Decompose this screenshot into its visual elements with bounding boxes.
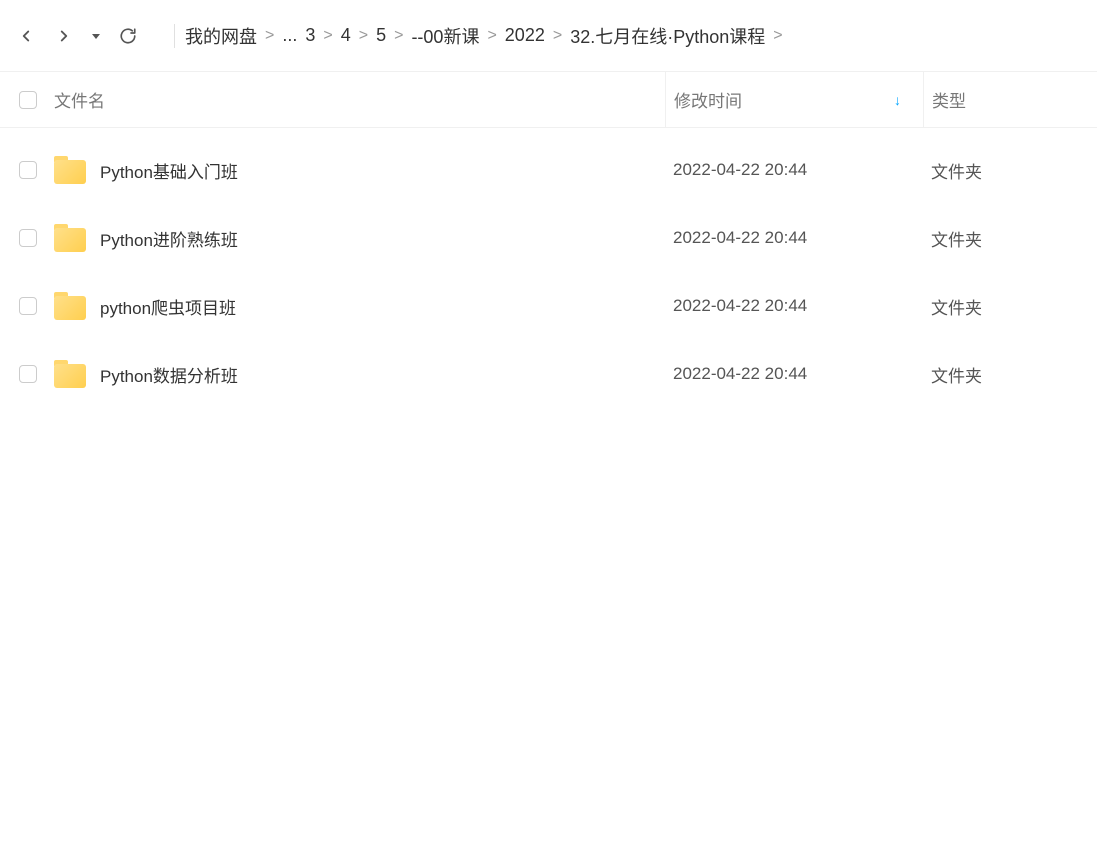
row-checkbox[interactable] — [19, 297, 37, 315]
chevron-right-icon: > — [359, 27, 368, 45]
file-name-cell: python爬虫项目班 — [46, 292, 665, 320]
back-button[interactable] — [10, 20, 42, 52]
file-time: 2022-04-22 20:44 — [665, 296, 923, 316]
breadcrumb-item[interactable]: 2022 — [505, 25, 545, 46]
breadcrumb-item[interactable]: 32.七月在线·Python课程 — [570, 23, 765, 49]
breadcrumb-item[interactable]: 4 — [341, 25, 351, 46]
column-header-time[interactable]: 修改时间 ↓ — [665, 72, 923, 128]
chevron-right-icon: > — [487, 27, 496, 45]
refresh-button[interactable] — [112, 20, 144, 52]
row-checkbox-col — [10, 161, 46, 179]
column-header-row: 文件名 修改时间 ↓ 类型 — [0, 72, 1097, 128]
breadcrumb-item[interactable]: --00新课 — [411, 23, 479, 49]
file-name-cell: Python进阶熟练班 — [46, 224, 665, 252]
file-name: Python数据分析班 — [100, 362, 238, 387]
file-row[interactable]: Python数据分析班 2022-04-22 20:44 文件夹 — [0, 340, 1097, 408]
folder-icon — [54, 360, 86, 388]
chevron-right-icon: > — [553, 27, 562, 45]
select-all-col — [10, 91, 46, 109]
row-checkbox-col — [10, 297, 46, 315]
column-header-name[interactable]: 文件名 — [46, 87, 665, 112]
file-list: Python基础入门班 2022-04-22 20:44 文件夹 Python进… — [0, 128, 1097, 408]
chevron-right-icon: > — [323, 27, 332, 45]
column-header-time-label: 修改时间 — [674, 87, 742, 112]
folder-icon — [54, 224, 86, 252]
file-name-cell: Python基础入门班 — [46, 156, 665, 184]
row-checkbox-col — [10, 229, 46, 247]
file-name: Python进阶熟练班 — [100, 226, 238, 251]
forward-button[interactable] — [48, 20, 80, 52]
file-time: 2022-04-22 20:44 — [665, 228, 923, 248]
file-name: Python基础入门班 — [100, 158, 238, 183]
sort-down-icon: ↓ — [894, 92, 901, 108]
row-checkbox[interactable] — [19, 365, 37, 383]
file-name-cell: Python数据分析班 — [46, 360, 665, 388]
breadcrumb-item[interactable]: 5 — [376, 25, 386, 46]
nav-buttons — [10, 20, 144, 52]
select-all-checkbox[interactable] — [19, 91, 37, 109]
file-row[interactable]: Python进阶熟练班 2022-04-22 20:44 文件夹 — [0, 204, 1097, 272]
breadcrumb: 我的网盘 > ... 3 > 4 > 5 > --00新课 > 2022 > 3… — [185, 23, 783, 49]
breadcrumb-item[interactable]: 3 — [305, 25, 315, 46]
chevron-right-icon: > — [773, 27, 782, 45]
breadcrumb-item[interactable]: ... — [282, 25, 297, 46]
row-checkbox[interactable] — [19, 161, 37, 179]
file-type: 文件夹 — [923, 158, 1087, 183]
file-name: python爬虫项目班 — [100, 294, 236, 319]
breadcrumb-root[interactable]: 我的网盘 — [185, 23, 257, 49]
file-time: 2022-04-22 20:44 — [665, 364, 923, 384]
file-type: 文件夹 — [923, 226, 1087, 251]
folder-icon — [54, 292, 86, 320]
dropdown-button[interactable] — [86, 20, 106, 52]
file-type: 文件夹 — [923, 362, 1087, 387]
toolbar-separator — [174, 24, 175, 48]
file-row[interactable]: Python基础入门班 2022-04-22 20:44 文件夹 — [0, 136, 1097, 204]
folder-icon — [54, 156, 86, 184]
file-type: 文件夹 — [923, 294, 1087, 319]
file-time: 2022-04-22 20:44 — [665, 160, 923, 180]
chevron-right-icon: > — [265, 27, 274, 45]
row-checkbox-col — [10, 365, 46, 383]
column-header-type[interactable]: 类型 — [923, 72, 1087, 128]
toolbar: 我的网盘 > ... 3 > 4 > 5 > --00新课 > 2022 > 3… — [0, 0, 1097, 72]
row-checkbox[interactable] — [19, 229, 37, 247]
chevron-right-icon: > — [394, 27, 403, 45]
file-row[interactable]: python爬虫项目班 2022-04-22 20:44 文件夹 — [0, 272, 1097, 340]
